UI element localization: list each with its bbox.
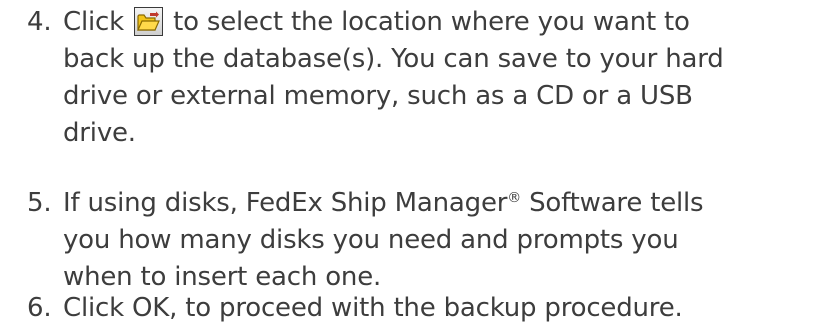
open-folder-icon[interactable] [134, 7, 164, 36]
step-text-lead: Click [63, 7, 133, 37]
step-text-line: back up the database(s). You can save to… [63, 44, 724, 74]
step-text: Click to select the location where you w… [63, 4, 724, 152]
step-text-line: If using disks, FedEx Ship Manager [63, 188, 508, 218]
step-5: 5. If using disks, FedEx Ship Manager® S… [0, 185, 704, 296]
step-text-line: to select the location where you want to [165, 7, 690, 37]
step-number: 6. [27, 293, 52, 323]
step-text-line: Click OK, to proceed with the backup pro… [63, 293, 683, 323]
step-text-line: when to insert each one. [63, 262, 382, 292]
step-text-line: Software tells [521, 188, 704, 218]
step-text-line: drive or external memory, such as a CD o… [63, 81, 693, 111]
step-text: If using disks, FedEx Ship Manager® Soft… [63, 185, 704, 296]
step-number: 4. [27, 7, 52, 37]
step-text: Click OK, to proceed with the backup pro… [63, 290, 683, 327]
step-text-line: you how many disks you need and prompts … [63, 225, 679, 255]
registered-mark: ® [507, 190, 522, 206]
step-number: 5. [27, 188, 52, 218]
step-text-line: drive. [63, 118, 136, 148]
step-4: 4. Click to select the location where yo… [0, 4, 724, 152]
step-6: 6. Click OK, to proceed with the backup … [0, 290, 683, 327]
